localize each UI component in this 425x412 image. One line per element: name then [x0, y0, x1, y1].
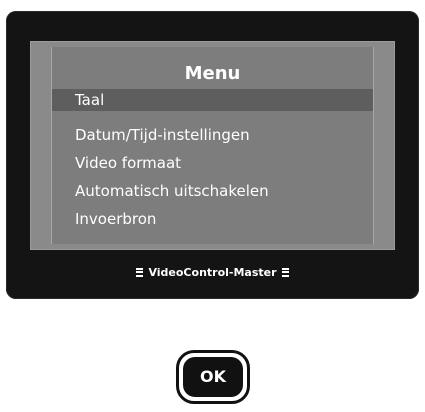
brand-strip: VideoControl-Master [6, 265, 419, 281]
menu-item-datum-tijd[interactable]: Datum/Tijd-instellingen [52, 124, 373, 146]
ok-button-label: OK [183, 357, 243, 397]
brand-name: VideoControl-Master [148, 266, 277, 279]
display-screen: Menu Taal Datum/Tijd-instellingen Video … [30, 41, 395, 250]
brand-right-mark-icon [281, 267, 289, 277]
menu-panel: Menu Taal Datum/Tijd-instellingen Video … [51, 47, 374, 244]
menu-item-video-formaat[interactable]: Video formaat [52, 152, 373, 174]
device-housing: Menu Taal Datum/Tijd-instellingen Video … [6, 11, 419, 299]
menu-item-taal[interactable]: Taal [52, 89, 373, 111]
menu-list: Taal Datum/Tijd-instellingen Video forma… [52, 89, 373, 236]
menu-title: Menu [184, 63, 241, 84]
menu-item-invoerbron[interactable]: Invoerbron [52, 208, 373, 230]
brand-left-mark-icon [136, 267, 144, 277]
menu-item-automatisch-uitschakelen[interactable]: Automatisch uitschakelen [52, 180, 373, 202]
ok-button[interactable]: OK [176, 350, 250, 404]
